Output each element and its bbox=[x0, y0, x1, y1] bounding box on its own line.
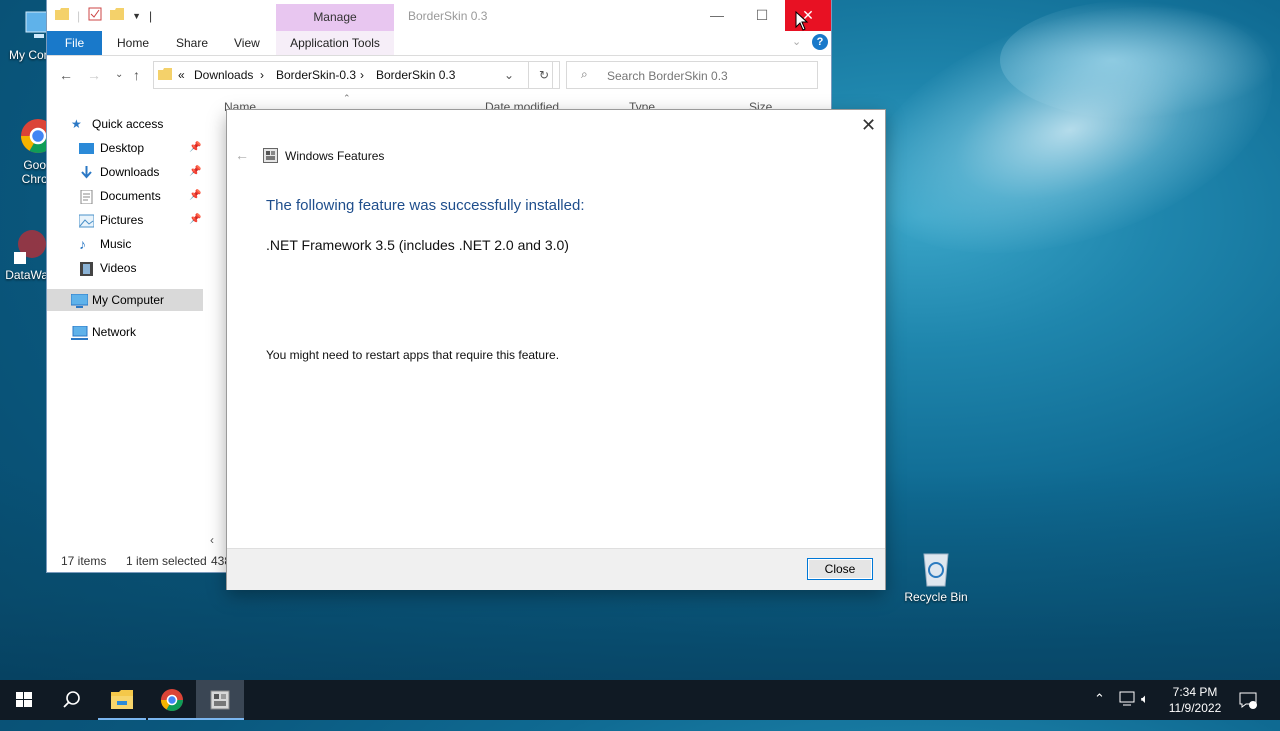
close-button[interactable]: Close bbox=[807, 558, 873, 580]
music-note-icon: ♪ bbox=[79, 236, 86, 252]
mouse-cursor-icon bbox=[795, 10, 809, 34]
navigation-pane: ★ Quick access Desktop 📌 Downloads 📌 Doc… bbox=[47, 95, 203, 540]
forward-arrow-icon[interactable]: → bbox=[87, 67, 101, 83]
tab-share[interactable]: Share bbox=[176, 31, 208, 55]
breadcrumb-borderskin-parent[interactable]: BorderSkin-0.3 bbox=[276, 68, 356, 82]
nav-videos[interactable]: Videos bbox=[47, 257, 203, 279]
installed-feature-name: .NET Framework 3.5 (includes .NET 2.0 an… bbox=[266, 237, 569, 253]
datawag-icon bbox=[10, 226, 50, 266]
start-button[interactable] bbox=[0, 680, 48, 720]
network-icon bbox=[71, 325, 88, 340]
pin-icon: 📌 bbox=[189, 190, 202, 201]
star-icon: ★ bbox=[71, 117, 82, 131]
status-selection: 1 item selected bbox=[126, 554, 207, 568]
tab-home[interactable]: Home bbox=[117, 31, 149, 55]
breadcrumb-overflow[interactable]: « bbox=[178, 68, 185, 82]
expand-ribbon-icon[interactable]: ⌄ bbox=[792, 35, 801, 48]
file-explorer-icon[interactable] bbox=[98, 680, 146, 720]
recent-locations-icon[interactable]: ⌄ bbox=[115, 69, 123, 80]
windows-features-taskbar-icon[interactable] bbox=[196, 680, 244, 720]
desktop-icon-recycle-bin[interactable]: Recycle Bin bbox=[898, 548, 974, 604]
nav-quick-access[interactable]: ★ Quick access bbox=[47, 113, 203, 135]
new-folder-icon[interactable] bbox=[110, 8, 125, 23]
close-icon[interactable]: ✕ bbox=[861, 115, 876, 136]
tab-view[interactable]: View bbox=[234, 31, 260, 55]
chevron-down-icon[interactable]: ▼ bbox=[132, 11, 141, 21]
desktop-icon-label: Recycle Bin bbox=[904, 590, 968, 604]
document-icon bbox=[79, 189, 94, 205]
scroll-left-icon[interactable]: ‹ bbox=[210, 533, 214, 547]
minimize-button[interactable]: — bbox=[694, 0, 740, 31]
tab-manage[interactable]: Manage bbox=[276, 4, 394, 31]
pin-icon: 📌 bbox=[189, 142, 202, 153]
recycle-bin-icon bbox=[916, 548, 956, 588]
refresh-button[interactable]: ↻ bbox=[528, 61, 560, 89]
nav-pictures[interactable]: Pictures 📌 bbox=[47, 209, 203, 231]
nav-music[interactable]: ♪ Music bbox=[47, 233, 203, 255]
chevron-right-icon: › bbox=[260, 68, 264, 82]
folder-icon bbox=[158, 67, 172, 84]
help-icon[interactable]: ? bbox=[812, 34, 828, 50]
search-icon: ⌕ bbox=[581, 67, 588, 81]
search-input[interactable]: ⌕ Search BorderSkin 0.3 bbox=[566, 61, 818, 89]
nav-network[interactable]: Network bbox=[47, 321, 203, 343]
success-heading: The following feature was successfully i… bbox=[266, 197, 585, 214]
windows-features-dialog: ✕ ← Windows Features The following featu… bbox=[227, 110, 885, 590]
nav-desktop[interactable]: Desktop 📌 bbox=[47, 137, 203, 159]
nav-documents[interactable]: Documents 📌 bbox=[47, 185, 203, 207]
chrome-icon[interactable] bbox=[148, 680, 196, 720]
clock-date: 11/9/2022 bbox=[1168, 701, 1222, 715]
search-placeholder: Search BorderSkin 0.3 bbox=[607, 69, 728, 83]
chevron-right-icon: › bbox=[360, 68, 364, 82]
address-bar[interactable]: « Downloads › BorderSkin-0.3 › BorderSki… bbox=[153, 61, 553, 89]
nav-downloads[interactable]: Downloads 📌 bbox=[47, 161, 203, 183]
restart-note: You might need to restart apps that requ… bbox=[266, 348, 560, 362]
back-arrow-icon[interactable]: ← bbox=[235, 147, 249, 163]
download-arrow-icon bbox=[79, 165, 94, 179]
show-hidden-icons[interactable]: ⌃ bbox=[1094, 691, 1105, 731]
taskbar: ⌃ 🔈︎ 7:34 PM 11/9/2022 bbox=[0, 680, 1280, 720]
ribbon-tabs: File Home Share View Application Tools ⌄… bbox=[47, 31, 831, 56]
computer-icon bbox=[70, 293, 89, 308]
properties-icon[interactable] bbox=[88, 7, 102, 24]
film-icon bbox=[79, 261, 94, 276]
clock[interactable]: 7:34 PM 11/9/2022 bbox=[1160, 684, 1230, 716]
clock-time: 7:34 PM bbox=[1172, 685, 1218, 699]
tab-file[interactable]: File bbox=[47, 31, 102, 55]
quick-access-toolbar: | ▼ | bbox=[55, 7, 152, 24]
nav-my-computer[interactable]: My Computer bbox=[47, 289, 203, 311]
breadcrumb-downloads[interactable]: Downloads bbox=[194, 68, 253, 82]
wallpaper-wave-secondary bbox=[1000, 0, 1280, 120]
sort-up-icon: ⌃ bbox=[343, 93, 351, 103]
windows-features-icon bbox=[263, 148, 278, 163]
pin-icon: 📌 bbox=[189, 214, 202, 225]
network-icon[interactable] bbox=[1118, 690, 1136, 730]
window-title: BorderSkin 0.3 bbox=[408, 9, 488, 23]
dialog-footer: Close bbox=[227, 548, 885, 590]
folder-icon[interactable] bbox=[55, 8, 69, 23]
maximize-button[interactable]: ☐ bbox=[739, 0, 785, 31]
volume-icon[interactable]: 🔈︎ bbox=[1141, 691, 1149, 731]
pin-icon: 📌 bbox=[189, 166, 202, 177]
status-item-count: 17 items bbox=[61, 554, 107, 568]
search-icon[interactable] bbox=[48, 680, 96, 720]
picture-icon bbox=[78, 213, 95, 228]
explorer-titlebar: | ▼ | Manage BorderSkin 0.3 — ☐ ✕ bbox=[47, 0, 831, 31]
dialog-title: Windows Features bbox=[285, 149, 385, 163]
tab-application-tools[interactable]: Application Tools bbox=[276, 31, 394, 55]
navigation-row: ← → ⌄ ↑ « Downloads › BorderSkin-0.3 › B… bbox=[47, 55, 831, 95]
up-arrow-icon[interactable]: ↑ bbox=[133, 67, 140, 83]
breadcrumb-borderskin[interactable]: BorderSkin 0.3 bbox=[376, 68, 455, 82]
desktop-icon bbox=[79, 141, 94, 155]
back-arrow-icon[interactable]: ← bbox=[59, 67, 73, 83]
chevron-down-icon[interactable]: ⌄ bbox=[504, 68, 514, 82]
notifications-icon[interactable] bbox=[1238, 690, 1258, 730]
